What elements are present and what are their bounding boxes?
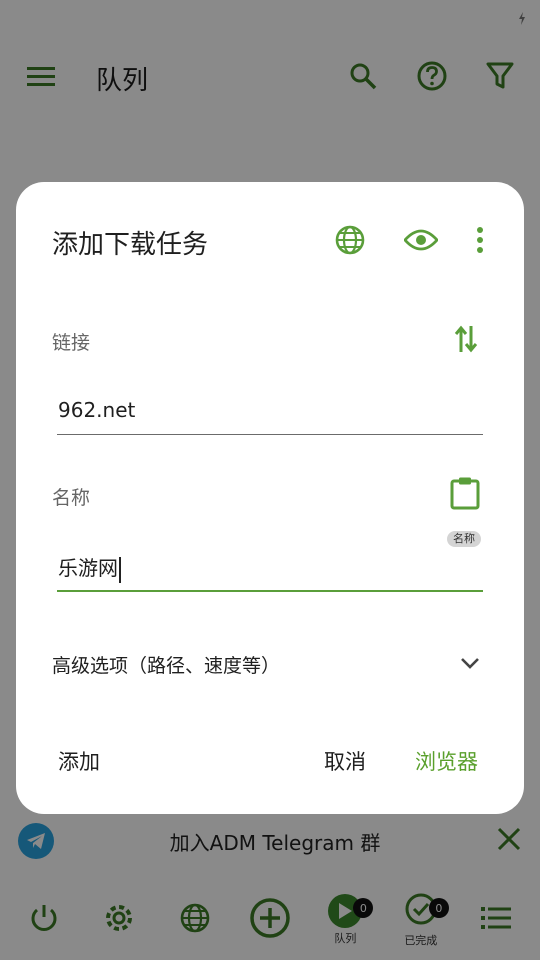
browser-button[interactable]: 浏览器 (415, 746, 478, 776)
clipboard-icon[interactable] (450, 476, 480, 514)
name-input[interactable]: 乐游网 (58, 552, 121, 583)
link-underline (57, 434, 483, 435)
add-download-dialog: 添加下载任务 链接 962.net 名称 名称 乐游网 高级选项（路径、速度等）… (16, 182, 524, 814)
name-label: 名称 (52, 487, 91, 509)
swap-icon[interactable] (454, 324, 478, 358)
eye-icon[interactable] (403, 228, 439, 256)
name-chip: 名称 (447, 531, 481, 547)
add-button[interactable]: 添加 (58, 746, 100, 776)
text-cursor (119, 556, 121, 583)
globe-icon[interactable] (334, 224, 366, 260)
dialog-title: 添加下载任务 (52, 229, 209, 260)
cancel-button[interactable]: 取消 (324, 746, 366, 776)
dialog-header: 添加下载任务 (52, 220, 484, 264)
link-input[interactable]: 962.net (58, 398, 135, 422)
advanced-options-label: 高级选项（路径、速度等） (52, 654, 281, 677)
name-input-text: 乐游网 (58, 556, 118, 580)
name-underline (57, 590, 483, 592)
link-label: 链接 (52, 332, 91, 354)
advanced-options-row[interactable]: 高级选项（路径、速度等） (52, 648, 480, 680)
chevron-down-icon (460, 655, 480, 674)
more-vert-icon[interactable] (476, 226, 484, 258)
